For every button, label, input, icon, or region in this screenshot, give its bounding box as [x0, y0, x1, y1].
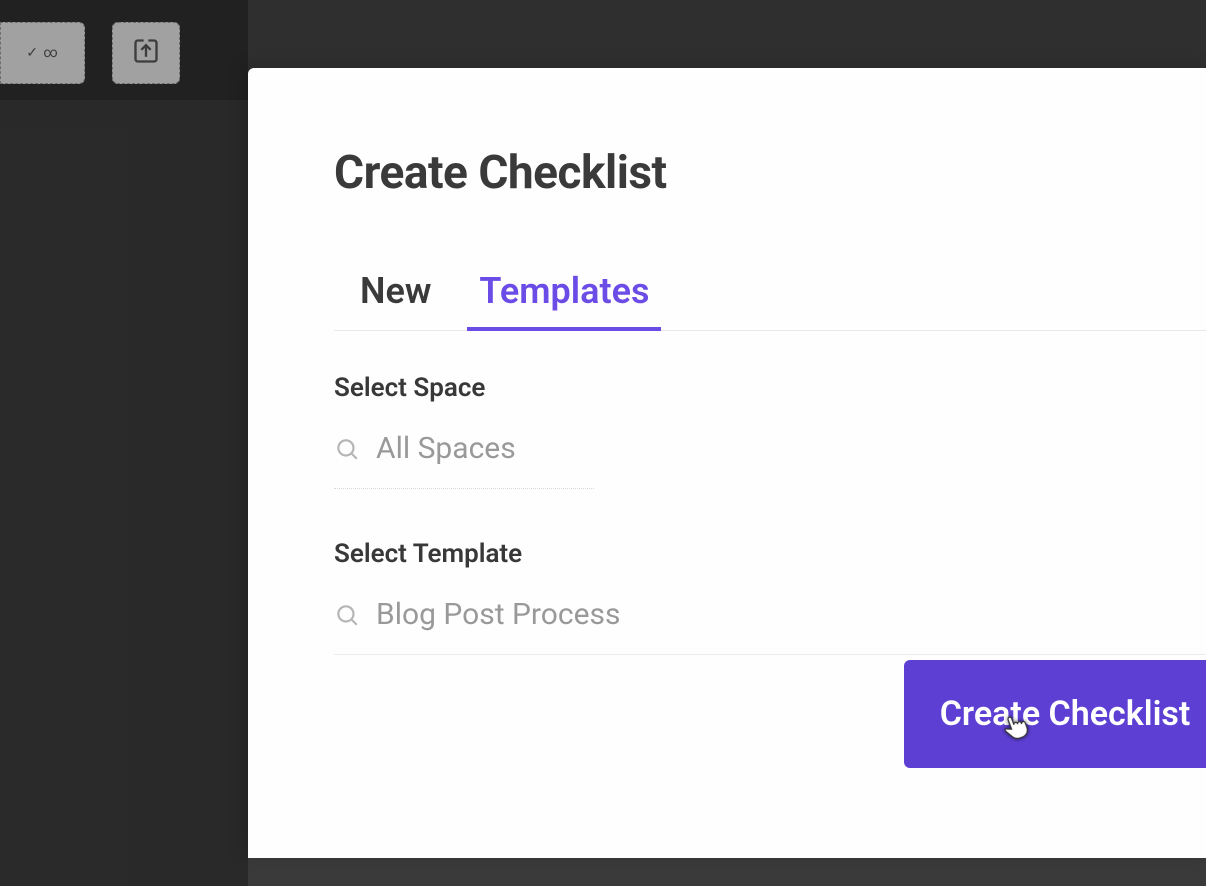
search-icon	[334, 602, 360, 628]
select-space-row[interactable]	[334, 431, 594, 489]
create-checklist-modal: Create Checklist New Templates Select Sp…	[248, 68, 1206, 858]
tab-templates[interactable]: Templates	[479, 270, 649, 330]
modal-tabs: New Templates	[334, 270, 1206, 331]
select-template-row[interactable]	[334, 597, 1206, 655]
select-template-label: Select Template	[334, 539, 1206, 569]
modal-title: Create Checklist	[334, 146, 1206, 200]
select-template-input[interactable]	[376, 597, 1206, 632]
select-space-label: Select Space	[334, 373, 1206, 403]
modal-overlay[interactable]	[0, 0, 248, 886]
create-checklist-button[interactable]: Create Checklist	[904, 660, 1206, 768]
tab-new[interactable]: New	[360, 270, 431, 330]
search-icon	[334, 436, 360, 462]
select-space-input[interactable]	[376, 431, 594, 466]
